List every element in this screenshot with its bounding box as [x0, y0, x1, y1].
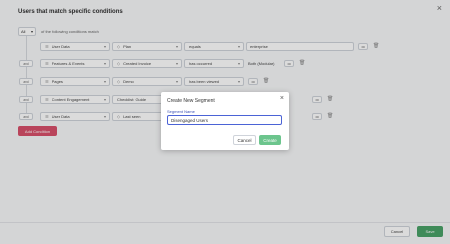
segment-name-input[interactable]: Disengaged Users [167, 115, 282, 125]
segment-builder-page: × Users that match specific conditions A… [0, 0, 450, 244]
segment-name-label: Segment Name [167, 109, 195, 114]
modal-title: Create New Segment [167, 98, 215, 104]
modal-cancel-button[interactable]: Cancel [233, 135, 256, 145]
create-segment-modal: Create New Segment × Segment Name Diseng… [161, 92, 289, 150]
close-icon[interactable]: × [280, 95, 284, 102]
modal-create-button[interactable]: Create [259, 135, 281, 145]
